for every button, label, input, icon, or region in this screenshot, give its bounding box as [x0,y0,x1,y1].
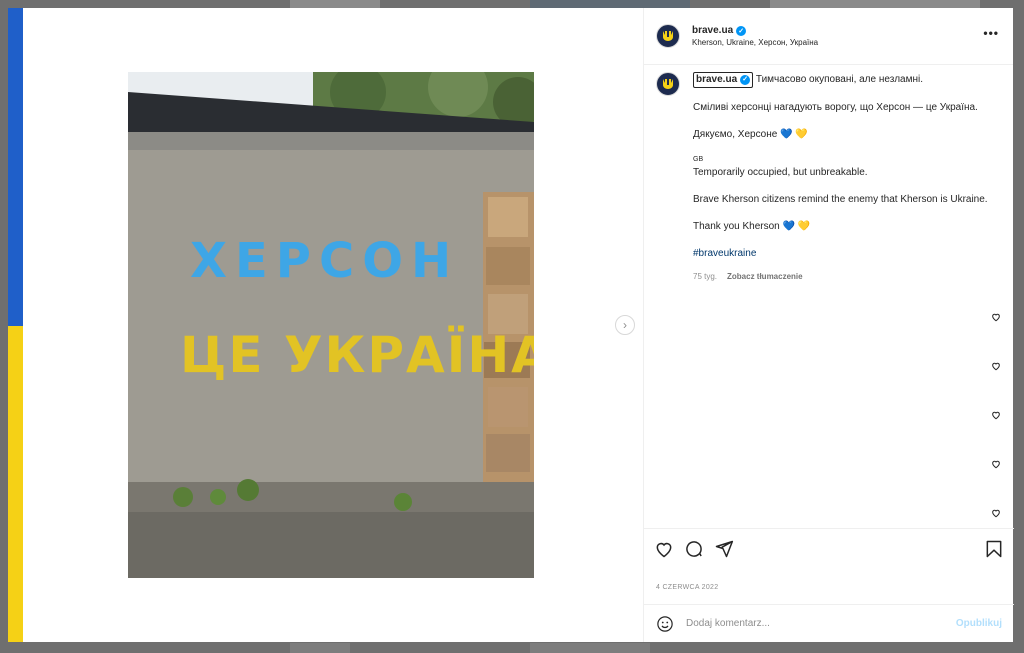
share-icon[interactable] [714,539,734,559]
bookmark-icon[interactable] [984,539,1004,559]
post-date[interactable]: 4 CZERWCA 2022 [656,584,718,591]
background-tile [770,0,980,8]
trident-icon [663,79,673,89]
post-age: 75 tyg. [693,272,718,281]
caption-line-4: Temporarily occupied, but unbreakable. [693,167,868,178]
comment-input[interactable]: Dodaj komentarz... [686,618,956,629]
post-actions [644,528,1014,576]
flag-blue [8,8,23,326]
graffiti-kherson: ХЕРСОН [190,233,459,289]
caption-line-3: Дякуємо, Херсоне 💙 💛 [693,129,808,140]
verified-icon: ✓ [736,25,747,36]
post-username[interactable]: brave.ua [692,25,733,36]
heart-icon[interactable] [991,410,1001,420]
heart-icon[interactable] [991,361,1001,371]
heart-icon[interactable] [991,459,1001,469]
post-location[interactable]: Kherson, Ukraine, Херсон, Україна [692,38,818,47]
post-modal: ХЕРСОН ЦЕ УКРАЇНА › brave.ua ✓ Kherson, … [23,8,1014,642]
graffiti-ukraine: ЦЕ УКРАЇНА [180,326,534,384]
post-sidebar: brave.ua ✓ Kherson, Ukraine, Херсон, Укр… [643,8,1014,642]
avatar[interactable] [656,24,680,48]
background-tile [530,0,690,8]
more-options-button[interactable]: ••• [983,26,999,40]
caption-line-2: Сміливі херсонці нагадують ворогу, що Хе… [693,102,978,113]
verified-icon: ✓ [740,75,751,85]
publish-button[interactable]: Opublikuj [956,618,1002,629]
language-tag: GB [693,156,704,163]
caption-line-6: Thank you Kherson 💙 💛 [693,221,811,232]
flag-yellow [8,326,23,642]
chevron-right-icon[interactable]: › [615,315,635,335]
translate-button[interactable]: Zobacz tłumaczenie [727,270,803,284]
caption-line-5: Brave Kherson citizens remind the enemy … [693,194,988,205]
trident-icon [663,31,673,41]
heart-icon[interactable] [991,508,1001,518]
ukraine-flag-stripe [8,8,23,642]
background-tile [290,0,380,8]
comment-bar: Dodaj komentarz... Opublikuj [644,604,1014,642]
caption-username: brave.ua [696,74,738,85]
caption-line-1: Тимчасово окуповані, але незламні. [755,74,923,85]
comment-icon[interactable] [684,539,704,559]
caption-username-link[interactable]: brave.ua ✓ [693,72,754,88]
avatar[interactable] [656,72,680,96]
post-media: ХЕРСОН ЦЕ УКРАЇНА › [23,8,643,642]
background-tile [530,643,650,653]
background-tile [290,643,350,653]
emoji-icon[interactable] [656,615,674,633]
post-header: brave.ua ✓ Kherson, Ukraine, Херсон, Укр… [644,8,1013,65]
heart-icon[interactable] [991,312,1001,322]
hashtag-link[interactable]: #braveukraine [693,247,1006,261]
post-caption: brave.ua ✓ Тимчасово окуповані, але незл… [656,72,1006,284]
post-photo[interactable]: ХЕРСОН ЦЕ УКРАЇНА [128,72,534,578]
heart-icon[interactable] [654,539,674,559]
